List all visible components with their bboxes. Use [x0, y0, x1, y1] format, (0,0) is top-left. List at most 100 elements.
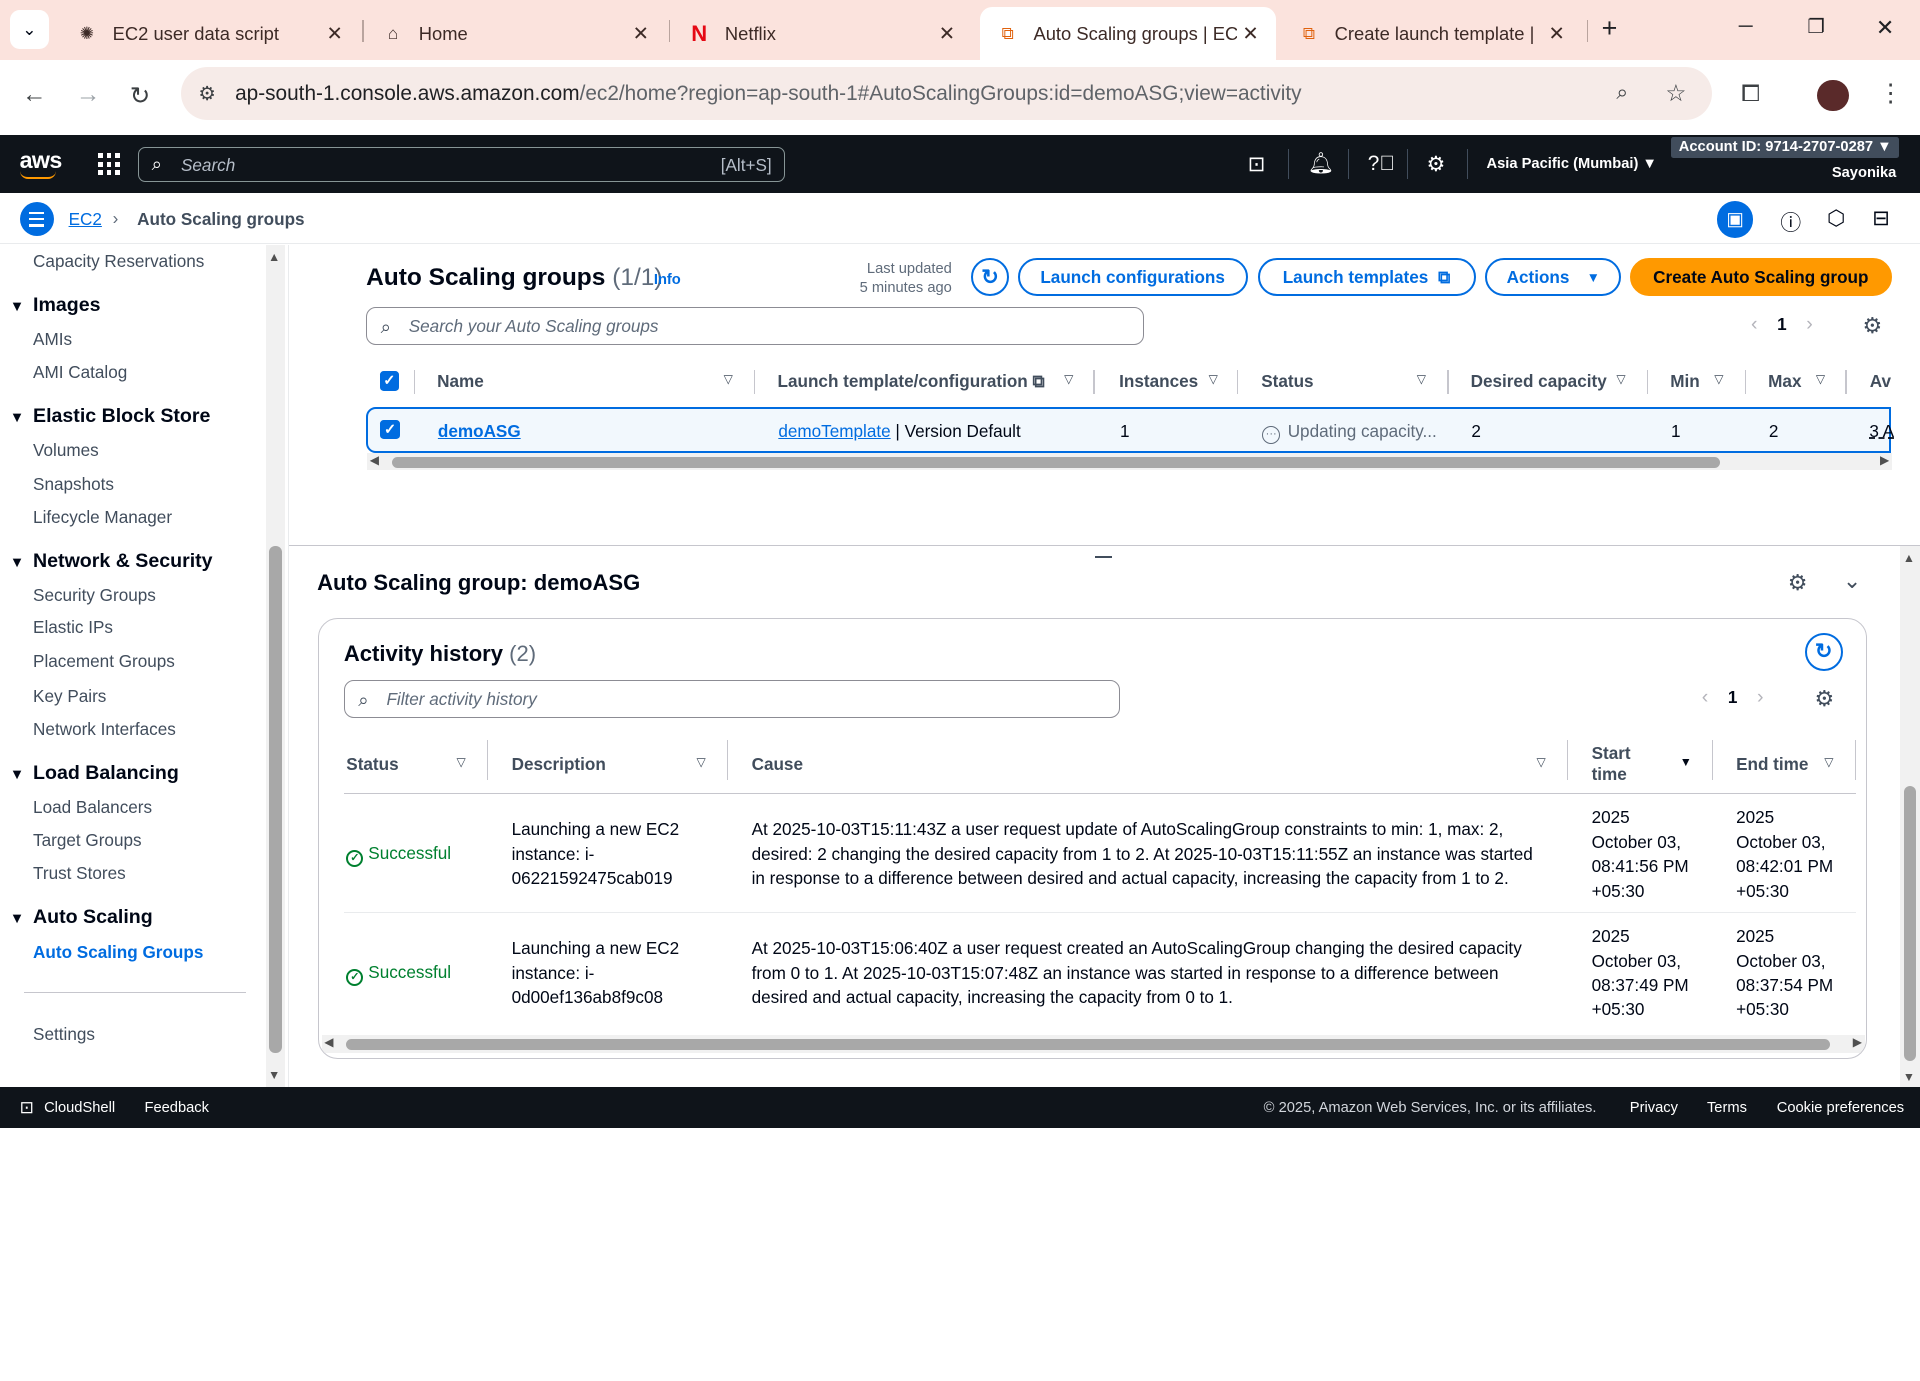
browser-tab-0[interactable]: ✺ EC2 user data script ✕	[59, 7, 360, 60]
chevron-right-icon[interactable]: ›	[1757, 686, 1764, 708]
col-max[interactable]: Max	[1768, 371, 1801, 392]
sidebar-item-network-interfaces[interactable]: Network Interfaces	[33, 719, 176, 740]
launch-template-link[interactable]: demoTemplate	[778, 421, 890, 441]
scroll-thumb[interactable]	[1904, 785, 1917, 1062]
services-grid-icon[interactable]	[97, 153, 120, 176]
reload-icon[interactable]: ↻	[130, 81, 151, 111]
chevron-right-icon[interactable]: ›	[1806, 313, 1813, 335]
col-description[interactable]: Description	[512, 754, 606, 775]
sort-caret-icon[interactable]: ▽	[1064, 372, 1073, 386]
breadcrumb-ec2[interactable]: EC2	[69, 209, 102, 230]
col-end-time[interactable]: End time	[1736, 754, 1808, 775]
region-selector[interactable]: Asia Pacific (Mumbai) ▼	[1487, 156, 1657, 172]
activity-filter-field[interactable]	[386, 688, 1006, 710]
sidebar-section-network-security[interactable]: ▼ Network & Security	[10, 550, 213, 573]
aws-logo[interactable]: aws	[19, 147, 62, 179]
sidebar-scroll-thumb[interactable]	[269, 546, 282, 1054]
cloudshell-icon[interactable]: ⊡	[1248, 152, 1265, 177]
sort-caret-icon[interactable]: ▽	[696, 755, 705, 769]
split-panel-toggle-icon[interactable]: ▣	[1716, 200, 1754, 238]
activity-horizontal-scrollbar[interactable]: ◀ ▶	[321, 1035, 1865, 1053]
sidebar-item-placement-groups[interactable]: Placement Groups	[33, 651, 175, 672]
bookmark-star-icon[interactable]: ☆	[1665, 80, 1686, 107]
chevron-left-icon[interactable]: ‹	[1702, 686, 1709, 708]
minimize-icon[interactable]: ─	[1739, 15, 1753, 38]
kebab-menu-icon[interactable]: ⋮	[1878, 78, 1902, 108]
close-icon[interactable]: ✕	[326, 22, 342, 46]
refresh-button[interactable]: ↻	[971, 258, 1009, 297]
sidebar-item-capacity-reservations[interactable]: Capacity Reservations	[33, 251, 204, 272]
sidebar-item-volumes[interactable]: Volumes	[33, 440, 99, 461]
launch-templates-button[interactable]: Launch templates ⧉	[1257, 258, 1476, 297]
settings-gear-icon[interactable]: ⚙	[1427, 152, 1446, 177]
scroll-down-arrow-icon[interactable]: ▼	[1903, 1070, 1915, 1084]
sort-caret-icon[interactable]: ▽	[1616, 372, 1625, 386]
sort-caret-icon[interactable]: ▽	[1714, 372, 1723, 386]
sort-caret-icon[interactable]: ▽	[1536, 755, 1545, 769]
sidebar-item-ami-catalog[interactable]: AMI Catalog	[33, 362, 127, 383]
col-status[interactable]: Status	[346, 754, 398, 775]
close-icon[interactable]: ✕	[939, 22, 955, 46]
sort-caret-icon[interactable]: ▽	[1816, 372, 1825, 386]
sidebar-section-load-balancing[interactable]: ▼ Load Balancing	[10, 762, 179, 785]
sidebar-item-target-groups[interactable]: Target Groups	[33, 830, 142, 851]
zoom-icon[interactable]: ⌕	[1616, 81, 1628, 105]
col-cause[interactable]: Cause	[752, 754, 803, 775]
split-panel-scrollbar[interactable]: ▲ ▼	[1900, 545, 1920, 1089]
sort-caret-active-icon[interactable]: ▼	[1680, 755, 1692, 769]
help-icon[interactable]: ?⃝	[1368, 152, 1395, 176]
profile-avatar[interactable]	[1817, 79, 1849, 112]
col-instances[interactable]: Instances	[1119, 371, 1198, 392]
table-preferences-gear-icon[interactable]: ⚙	[1862, 313, 1882, 339]
extensions-puzzle-icon[interactable]: ⧠	[1741, 80, 1760, 107]
scroll-thumb[interactable]	[346, 1039, 1831, 1051]
scroll-right-arrow-icon[interactable]: ▶	[1880, 453, 1889, 467]
asg-search-input[interactable]: ⌕	[366, 307, 1144, 346]
forward-arrow-icon[interactable]: →	[76, 81, 100, 109]
feedback-link[interactable]: Feedback	[144, 1100, 209, 1116]
sidebar-item-elastic-ips[interactable]: Elastic IPs	[33, 617, 113, 638]
sidebar-item-amis[interactable]: AMIs	[33, 329, 72, 350]
browser-tab-3-active[interactable]: ⧉ Auto Scaling groups | EC2 ✕	[979, 7, 1276, 60]
sidebar-item-lifecycle-manager[interactable]: Lifecycle Manager	[33, 507, 172, 528]
close-icon[interactable]: ✕	[1242, 22, 1258, 46]
browser-tab-4[interactable]: ⧉ Create launch template | ✕	[1281, 7, 1582, 60]
sidebar-section-auto-scaling[interactable]: ▼ Auto Scaling	[10, 906, 153, 929]
notifications-bell-icon[interactable]: 🔔︎	[1308, 152, 1334, 176]
page-number[interactable]: 1	[1728, 687, 1738, 707]
scroll-down-arrow-icon[interactable]: ▼	[268, 1068, 280, 1082]
sort-caret-icon[interactable]: ▽	[456, 755, 465, 769]
sort-caret-icon[interactable]: ▽	[1209, 372, 1218, 386]
asg-search-field[interactable]	[408, 315, 1030, 337]
actions-dropdown-button[interactable]: Actions ▼	[1485, 258, 1622, 297]
sidebar-section-images[interactable]: ▼ Images	[10, 294, 101, 317]
tab-search-dropdown[interactable]: ⌄	[9, 9, 49, 49]
sidebar-item-key-pairs[interactable]: Key Pairs	[33, 686, 106, 707]
chevron-left-icon[interactable]: ‹	[1751, 313, 1758, 335]
cloudshell-footer-icon[interactable]: ⊡	[20, 1097, 34, 1118]
scroll-thumb[interactable]	[391, 456, 1721, 468]
cookie-preferences-link[interactable]: Cookie preferences	[1777, 1100, 1904, 1116]
monitor-icon[interactable]: ⊟	[1872, 206, 1889, 231]
sidebar-item-security-groups[interactable]: Security Groups	[33, 585, 156, 606]
sidebar-item-settings[interactable]: Settings	[33, 1024, 95, 1045]
close-icon[interactable]: ✕	[1548, 22, 1564, 46]
split-panel-resize-handle[interactable]	[1094, 555, 1112, 559]
terms-link[interactable]: Terms	[1707, 1100, 1747, 1116]
info-circle-icon[interactable]: ⓘ	[1780, 206, 1801, 236]
info-link[interactable]: Info	[654, 272, 681, 288]
back-arrow-icon[interactable]: ←	[22, 81, 46, 109]
col-min[interactable]: Min	[1670, 371, 1699, 392]
sort-caret-icon[interactable]: ▽	[1824, 755, 1833, 769]
sidebar-item-snapshots[interactable]: Snapshots	[33, 474, 114, 495]
sidebar-item-trust-stores[interactable]: Trust Stores	[33, 863, 126, 884]
sort-caret-icon[interactable]: ▽	[724, 372, 733, 386]
new-tab-plus-icon[interactable]: +	[1602, 13, 1618, 44]
sidebar-item-auto-scaling-groups[interactable]: Auto Scaling Groups	[33, 942, 203, 963]
site-settings-icon[interactable]: ⚙	[198, 82, 216, 106]
activity-filter-input[interactable]: ⌕	[343, 680, 1121, 719]
select-all-checkbox[interactable]: ✓	[379, 371, 400, 391]
sort-caret-icon[interactable]: ▽	[1417, 372, 1426, 386]
collapse-chevron-down-icon[interactable]: ⌄	[1843, 568, 1861, 594]
page-number[interactable]: 1	[1777, 314, 1787, 334]
